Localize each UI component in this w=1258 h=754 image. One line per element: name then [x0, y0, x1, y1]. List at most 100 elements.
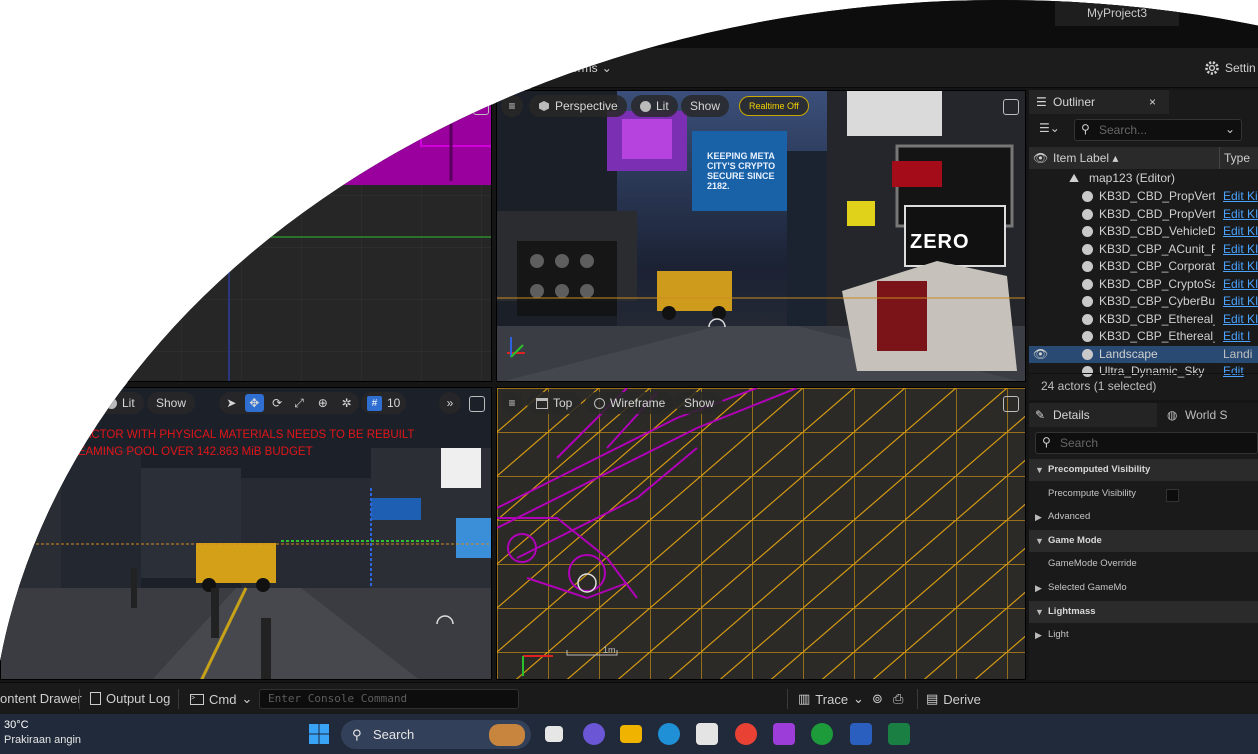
rotate-icon[interactable]: ⟳ [269, 392, 286, 414]
expand-arrow-icon[interactable]: ▶ [1035, 624, 1042, 646]
taskbar-search-box[interactable]: ⚲ Search [341, 720, 531, 749]
outliner-row-type[interactable]: Edit KI [1223, 258, 1258, 276]
content-drawer-button[interactable]: ontent Drawer [0, 691, 82, 706]
show-button[interactable]: Show [147, 392, 196, 414]
scale-icon[interactable]: ⤢ [291, 392, 308, 414]
eject-icon[interactable] [455, 60, 471, 76]
select-arrow-icon[interactable]: ➤ [223, 392, 240, 414]
screenshot-icon[interactable]: ⎙ [893, 691, 903, 707]
outliner-search-input[interactable]: ⚲ Search... ⌄ [1074, 119, 1242, 141]
outliner-row-type[interactable]: Edit KI [1223, 206, 1258, 224]
xbox-icon[interactable] [811, 723, 833, 745]
chrome-browser-icon[interactable] [735, 723, 757, 745]
filter-button[interactable]: ☰⌄ [1039, 121, 1060, 135]
viewport-bottom-left[interactable]: ANDSCAPE: 1 ACTOR WITH PHYSICAL MATERIAL… [0, 387, 492, 680]
item-label-column[interactable]: Item Label ▴ [1053, 147, 1118, 169]
excel-icon[interactable] [888, 723, 910, 745]
edge-browser-icon[interactable] [658, 723, 680, 745]
details-property[interactable]: GameMode Override [1029, 553, 1258, 575]
viewport-top-left[interactable]: 1m [0, 90, 492, 382]
maximize-viewport-button[interactable] [1003, 99, 1019, 115]
maximize-viewport-button[interactable] [1003, 396, 1019, 412]
file-explorer-icon[interactable] [620, 725, 642, 743]
cmd-dropdown[interactable]: > Cmd ⌄ [190, 691, 252, 707]
console-command-input[interactable]: Enter Console Command [259, 689, 519, 709]
details-search-input[interactable]: ⚲ Search [1035, 432, 1258, 454]
outliner-row[interactable]: KB3D_CBP_Corporate Edit KI [1029, 258, 1258, 276]
surface-snap-icon[interactable]: ✲ [338, 392, 355, 414]
details-tab[interactable]: ✎ Details [1029, 403, 1157, 427]
viewport-menu-button[interactable]: ≡ [501, 392, 523, 414]
more-options-icon[interactable]: ⋮ [484, 58, 498, 75]
chevron-down-icon[interactable]: ⌄ [1225, 119, 1235, 139]
maximize-button[interactable]: ◻ [1238, 4, 1249, 20]
details-property[interactable]: ▶ Light [1029, 624, 1258, 646]
maximize-viewport-button[interactable] [473, 99, 489, 115]
close-tab-icon[interactable]: × [1149, 90, 1156, 114]
visibility-eye-icon[interactable]: 👁 [1033, 147, 1048, 169]
microsoft-store-icon[interactable] [696, 723, 718, 745]
outliner-row[interactable]: KB3D_CBP_Ethereal_ Edit KI [1029, 311, 1258, 329]
outliner-row-type[interactable]: Edit KI [1223, 223, 1258, 241]
outliner-root-item[interactable]: ⛰ map123 (Editor) [1029, 170, 1258, 188]
show-button[interactable]: Show [675, 392, 724, 414]
expand-arrow-icon[interactable]: ▶ [1035, 577, 1042, 599]
trace-dropdown[interactable]: ▥ Trace ⌄ [798, 691, 864, 707]
word-icon[interactable] [850, 723, 872, 745]
weather-temperature[interactable]: 30°C [4, 719, 29, 731]
lit-mode-button[interactable]: Lit [97, 392, 144, 414]
expand-toolbar-button[interactable]: » [439, 392, 461, 414]
viewport-bottom-right[interactable]: 1m ≡ Top Wireframe Show [496, 387, 1026, 680]
outliner-row-type[interactable]: Edit Ki [1223, 188, 1258, 206]
weather-description[interactable]: Prakiraan angin [4, 734, 81, 746]
show-button[interactable]: Show [681, 95, 730, 117]
details-property[interactable]: Precompute Visibility [1029, 483, 1258, 505]
play-icon[interactable] [382, 60, 398, 76]
collapse-arrow-icon[interactable]: ▼ [1035, 530, 1044, 552]
outliner-row[interactable]: KB3D_CBP_CryptoSa Edit KI [1029, 276, 1258, 294]
world-settings-tab[interactable]: ◍ World S [1163, 403, 1258, 427]
outliner-row-type[interactable]: Edit I [1223, 328, 1250, 346]
app-launcher-icon[interactable] [773, 723, 795, 745]
details-category[interactable]: ▼ Game Mode [1029, 529, 1258, 552]
outliner-row-type[interactable]: Edit KI [1223, 311, 1258, 329]
outliner-row[interactable]: KB3D_CBD_PropVerti Edit KI [1029, 206, 1258, 224]
platforms-dropdown[interactable]: Platforms ⌄ [525, 57, 612, 79]
collapse-arrow-icon[interactable]: ▼ [1035, 459, 1044, 481]
outliner-row-type[interactable]: Edit KI [1223, 241, 1258, 259]
outliner-row-type[interactable]: Edit KI [1223, 276, 1258, 294]
start-button[interactable] [308, 723, 330, 745]
output-log-button[interactable]: Output Log [90, 691, 170, 706]
minimize-button[interactable]: – [1203, 4, 1210, 19]
outliner-row[interactable]: KB3D_CBD_PropVert Edit Ki [1029, 188, 1258, 206]
teams-chat-icon[interactable] [583, 723, 605, 745]
skip-forward-icon[interactable] [407, 60, 423, 76]
visibility-eye-icon[interactable]: 👁 [1033, 346, 1048, 364]
top-view-button[interactable]: Top [527, 392, 582, 414]
perspective-mode-button[interactable]: Perspective [9, 392, 90, 414]
details-property[interactable]: ▶ Selected GameMo [1029, 577, 1258, 599]
details-category[interactable]: ▼ Precomputed Visibility [1029, 459, 1258, 481]
outliner-row-type[interactable]: Landi [1223, 346, 1252, 364]
lit-mode-button[interactable]: Lit [631, 95, 678, 117]
world-space-icon[interactable]: ⊕ [312, 392, 333, 414]
perspective-mode-button[interactable]: Perspective [529, 95, 627, 117]
collapse-arrow-icon[interactable]: ▼ [1035, 601, 1044, 623]
outliner-row[interactable]: KB3D_CBP_CyberBur Edit KI [1029, 293, 1258, 311]
outliner-row[interactable]: 👁 Landscape Landi [1029, 345, 1258, 364]
move-icon[interactable]: ✥ [244, 394, 264, 412]
grid-snap-button[interactable]: # 10 [361, 392, 407, 414]
outliner-tab[interactable]: ☰ Outliner × [1029, 90, 1169, 114]
blueprints-dropdown[interactable]: ⌄ [268, 57, 300, 79]
project-name-tab[interactable]: MyProject3 [1055, 0, 1179, 26]
expand-arrow-icon[interactable]: ▶ [1035, 506, 1042, 528]
precompute-visibility-checkbox[interactable] [1166, 489, 1179, 502]
settings-button[interactable]: Settin [1203, 57, 1256, 79]
stop-icon[interactable] [431, 61, 445, 75]
task-view-icon[interactable] [545, 726, 563, 742]
outliner-row[interactable]: KB3D_CBP_ACunit_P Edit KI [1029, 241, 1258, 259]
cinematics-dropdown[interactable]: ⌄ [314, 57, 346, 79]
wireframe-mode-button[interactable]: Wireframe [585, 392, 675, 414]
record-icon[interactable]: ⊚ [872, 691, 883, 707]
maximize-viewport-button[interactable] [469, 396, 485, 412]
